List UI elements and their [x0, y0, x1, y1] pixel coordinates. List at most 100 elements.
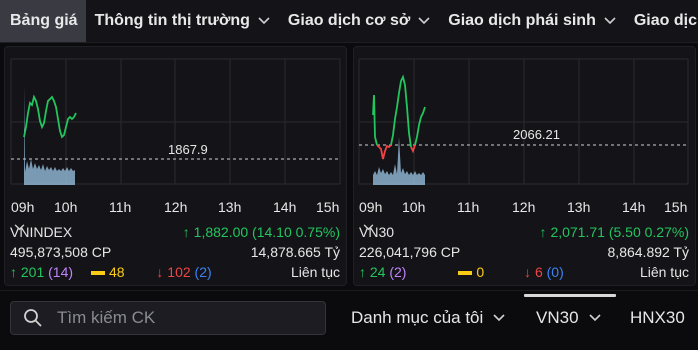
tab-hnx30[interactable]: HNX30 [630, 300, 685, 336]
index-change: (14.10 0.75%) [252, 224, 340, 240]
top-nav: Bảng giá Thông tin thị trường Giao dịch … [0, 0, 698, 43]
index-row: VN30 ↑ 2,071.71 (5.50 0.27%) [354, 222, 695, 242]
time-tick: 15h [664, 199, 687, 215]
arrow-up-icon: ↑ [10, 264, 17, 280]
breadth-stats: ↑ 24 (2) 0 ↓ 6 (0) [359, 264, 564, 280]
session-status: Liên tục [290, 264, 340, 280]
time-tick: 11h [457, 199, 479, 215]
chevron-down-icon [14, 224, 25, 231]
declines-count: 102 [167, 264, 191, 280]
ceiling-count: (2) [389, 264, 407, 280]
unchanged-group: 48 [90, 264, 125, 280]
volume-row: 226,041,796 CP 8,864.892 Tỷ [354, 242, 695, 262]
intraday-chart: 2066.21 09h 10h 11h 12h 13h 14h 15h [358, 58, 689, 215]
time-tick: 09h [11, 199, 34, 215]
chevron-down-icon [363, 224, 374, 231]
index-value: 2,071.71 [550, 224, 605, 240]
unchanged-count: 48 [108, 264, 125, 280]
search-box[interactable] [10, 301, 326, 335]
time-tick: 13h [218, 199, 241, 215]
advances-count: 24 [369, 264, 386, 280]
tab-label: VN30 [536, 308, 579, 327]
chevron-down-icon [493, 314, 505, 322]
floor-count: (2) [194, 264, 212, 280]
chart-grid [10, 58, 341, 185]
chevron-down-icon [258, 12, 270, 30]
tab-vn30[interactable]: VN30 [536, 300, 601, 336]
unchanged-count: 0 [476, 264, 485, 280]
price-line-down [376, 144, 392, 160]
arrow-up-icon: ↑ [539, 224, 547, 240]
price-line-up [390, 74, 412, 148]
nav-tab-price-board[interactable]: Bảng giá [0, 0, 86, 42]
tab-label: HNX30 [630, 308, 685, 327]
advances-count: 201 [20, 264, 45, 280]
volume: 495,873,508 CP [10, 244, 112, 260]
time-tick: 10h [54, 199, 77, 215]
arrow-up-icon: ↑ [359, 264, 366, 280]
nav-tab-trading[interactable]: Giao dịch [625, 0, 698, 42]
intraday-chart: 1867.9 09h 10h 11h 12h 13h 14h 15h [10, 58, 341, 215]
unchanged-group: 0 [458, 264, 484, 280]
time-tick: 14h [273, 199, 296, 215]
index-selector[interactable]: VN30 [359, 224, 394, 240]
turnover: 14,878.665 Tỷ [250, 244, 340, 260]
volume: 226,041,796 CP [359, 244, 461, 260]
reference-value: 1867.9 [168, 142, 208, 157]
time-tick: 12h [512, 199, 535, 215]
chevron-down-icon [588, 314, 601, 322]
index-value-group: ↑ 1,882.00 (14.10 0.75%) [183, 224, 340, 240]
time-tick: 09h [359, 199, 382, 215]
nav-tab-label: Giao dịch [633, 12, 698, 29]
tab-label: Danh mục của tôi [351, 308, 484, 327]
chevron-down-icon [418, 12, 430, 30]
index-card-vn30[interactable]: 2066.21 09h 10h 11h 12h 13h 14h 15h VN30… [353, 46, 696, 286]
price-line-up [414, 106, 426, 146]
unchanged-bar-icon [458, 271, 473, 276]
search-input[interactable] [55, 307, 309, 329]
time-tick: 15h [316, 199, 339, 215]
nav-tab-derivatives-trading[interactable]: Giao dịch phái sinh [439, 0, 625, 42]
breadth-stats: ↑ 201 (14) 48 ↓ 102 (2) [10, 264, 212, 280]
time-tick: 12h [164, 199, 187, 215]
time-tick: 11h [109, 199, 131, 215]
index-value: 1,882.00 [193, 224, 249, 240]
time-tick: 10h [402, 199, 425, 215]
index-change: (5.50 0.27%) [608, 224, 689, 240]
turnover: 8,864.892 Tỷ [607, 244, 689, 260]
index-row: VNINDEX ↑ 1,882.00 (14.10 0.75%) [5, 222, 346, 242]
arrow-down-icon: ↓ [524, 264, 532, 280]
divider [0, 290, 698, 291]
arrow-down-icon: ↓ [156, 264, 164, 280]
breadth-row: ↑ 201 (14) 48 ↓ 102 (2) Liên tục [5, 262, 346, 282]
nav-tab-label: Giao dịch phái sinh [448, 12, 596, 29]
active-tab-indicator [524, 294, 616, 297]
index-selector[interactable]: VNINDEX [10, 224, 72, 240]
price-line [23, 94, 77, 139]
time-axis: 09h 10h 11h 12h 13h 14h 15h [11, 199, 339, 215]
tab-watchlist[interactable]: Danh mục của tôi [351, 300, 505, 336]
volume-row: 495,873,508 CP 14,878.665 Tỷ [5, 242, 346, 262]
index-card-vnindex[interactable]: 1867.9 09h 10h 11h 12h 13h 14h 15h VNIND… [4, 46, 347, 286]
nav-tab-spot-trading[interactable]: Giao dịch cơ sở [279, 0, 439, 42]
nav-tab-label: Thông tin thị trường [94, 12, 250, 29]
nav-tab-market-info[interactable]: Thông tin thị trường [86, 0, 279, 42]
nav-tab-label: Giao dịch cơ sở [287, 12, 411, 29]
breadth-row: ↑ 24 (2) 0 ↓ 6 (0) Liên tục [354, 262, 695, 282]
volume-bars [373, 137, 425, 185]
price-line-up [372, 94, 378, 146]
nav-tab-label: Bảng giá [10, 12, 78, 29]
floor-count: (0) [546, 264, 564, 280]
reference-value: 2066.21 [513, 127, 560, 142]
search-icon [24, 309, 42, 327]
arrow-up-icon: ↑ [182, 224, 190, 240]
session-status: Liên tục [639, 264, 689, 280]
declines-count: 6 [534, 264, 543, 280]
time-tick: 13h [567, 199, 590, 215]
chevron-down-icon [604, 12, 616, 30]
unchanged-bar-icon [90, 271, 105, 276]
index-value-group: ↑ 2,071.71 (5.50 0.27%) [540, 224, 689, 240]
ceiling-count: (14) [48, 264, 74, 280]
time-tick: 14h [622, 199, 645, 215]
time-axis: 09h 10h 11h 12h 13h 14h 15h [359, 199, 687, 215]
